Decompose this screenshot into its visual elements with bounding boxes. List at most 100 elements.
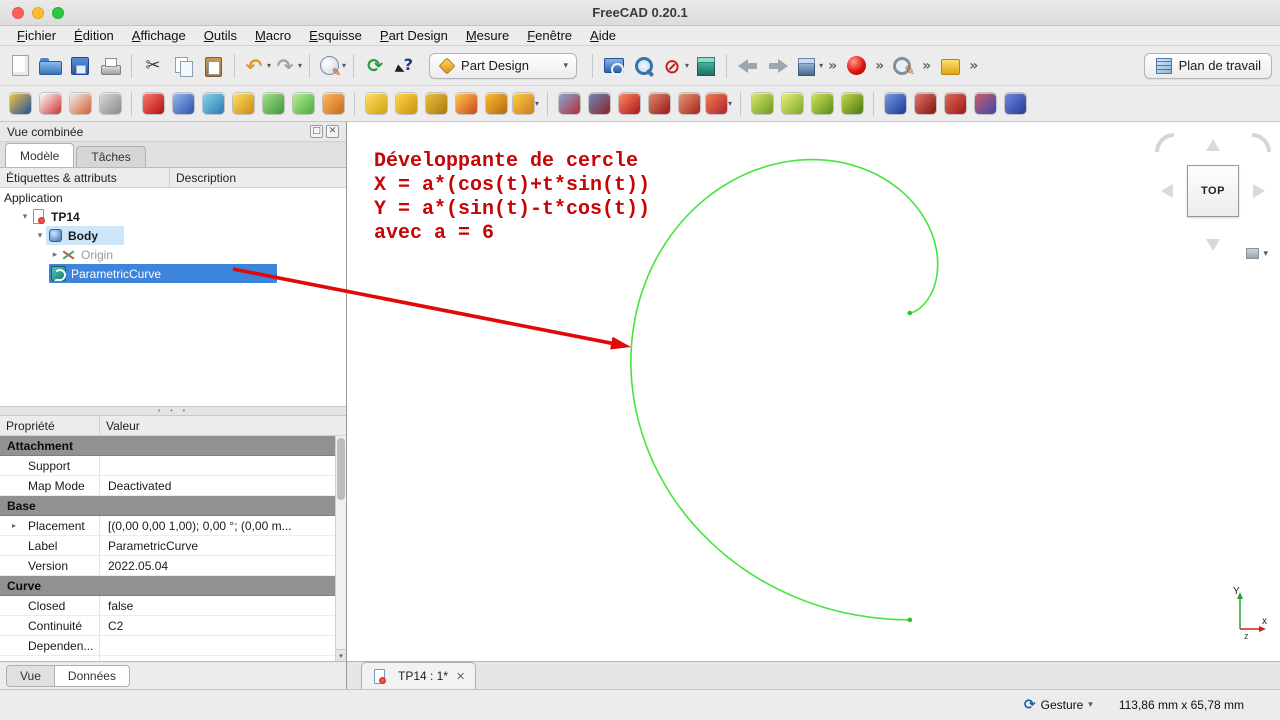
panel-splitter[interactable]: • • •	[0, 406, 346, 416]
zoom-button[interactable]	[630, 51, 658, 81]
menu-mesure[interactable]: Mesure	[457, 27, 518, 44]
tree-item-origin[interactable]: ▸Origin	[0, 245, 346, 264]
subtractive-loft-button[interactable]	[645, 90, 673, 118]
navcube-menu[interactable]: ▾	[1246, 248, 1268, 259]
close-tab-icon[interactable]: ✕	[456, 670, 465, 683]
toolbar-overflow-button[interactable]: »	[966, 58, 981, 74]
tree-col-description[interactable]: Description	[170, 168, 346, 187]
menu-esquisse[interactable]: Esquisse	[300, 27, 371, 44]
menu-edition[interactable]: Édition	[65, 27, 123, 44]
redo-button[interactable]: ▾	[273, 51, 302, 81]
toolbar-overflow-button[interactable]: »	[919, 58, 934, 74]
property-scrollbar[interactable]: ▾	[335, 436, 346, 661]
pocket-button[interactable]	[555, 90, 583, 118]
document-tab[interactable]: TP14 : 1* ✕	[361, 662, 476, 689]
boolean-union-button[interactable]	[881, 90, 909, 118]
nav-style-selector[interactable]: ⟳ Gesture ▾	[1024, 697, 1093, 713]
menu-macro[interactable]: Macro	[246, 27, 300, 44]
minimize-window-button[interactable]	[32, 7, 44, 19]
draw-style-button[interactable]: ▾	[660, 51, 689, 81]
property-value[interactable]: false	[100, 596, 335, 615]
expand-closed-icon[interactable]: ▸	[12, 521, 16, 530]
pad-button[interactable]	[362, 90, 390, 118]
property-value[interactable]: Deactivated	[100, 476, 335, 495]
datum-line-button[interactable]	[169, 90, 197, 118]
multitransform-button[interactable]	[838, 90, 866, 118]
property-value[interactable]	[100, 636, 335, 655]
create-body-button[interactable]	[6, 90, 34, 118]
revolution-button[interactable]	[392, 90, 420, 118]
tab-taches[interactable]: Tâches	[76, 146, 145, 167]
navcube-top-face[interactable]: TOP	[1187, 165, 1239, 217]
rotate-cw-arrow-icon[interactable]	[1250, 132, 1272, 154]
expand-open-icon[interactable]: ▾	[34, 231, 46, 241]
property-value[interactable]: [(0,00 0,00 1,00); 0,00 °; (0,00 m...	[100, 516, 335, 535]
clone-button[interactable]	[319, 90, 347, 118]
clipping-box-button[interactable]	[936, 51, 964, 81]
refresh-button[interactable]	[361, 51, 389, 81]
property-col-name[interactable]: Propriété	[0, 416, 100, 435]
maximize-window-button[interactable]	[52, 7, 64, 19]
expand-closed-icon[interactable]: ▸	[49, 250, 61, 260]
boolean-cut-button[interactable]	[911, 90, 939, 118]
subtractive-primitive-button[interactable]: ▾	[705, 90, 733, 118]
textured-view-button[interactable]	[691, 51, 719, 81]
expand-open-icon[interactable]: ▾	[19, 212, 31, 222]
fit-all-button[interactable]	[600, 51, 628, 81]
property-group-attachment[interactable]: Attachment	[0, 436, 335, 456]
property-value[interactable]	[100, 456, 335, 475]
local-cs-button[interactable]	[259, 90, 287, 118]
new-file-button[interactable]	[6, 51, 34, 81]
edit-sketch-button[interactable]	[66, 90, 94, 118]
datum-plane-button[interactable]	[199, 90, 227, 118]
mirrored-button[interactable]	[748, 90, 776, 118]
open-file-button[interactable]	[36, 51, 64, 81]
tab-modele[interactable]: Modèle	[5, 143, 74, 167]
menu-aide[interactable]: Aide	[581, 27, 625, 44]
copy-button[interactable]	[169, 51, 197, 81]
map-sketch-button[interactable]	[96, 90, 124, 118]
property-group-base[interactable]: Base	[0, 496, 335, 516]
property-col-value[interactable]: Valeur	[100, 416, 346, 435]
migrate-button[interactable]	[1001, 90, 1029, 118]
view-style-button[interactable]: ▾	[794, 51, 823, 81]
scroll-down-icon[interactable]: ▾	[336, 649, 346, 661]
nav-back-button[interactable]	[734, 51, 762, 81]
close-panel-button[interactable]: ✕	[326, 125, 339, 138]
tree-item-body[interactable]: ▾Body	[0, 226, 346, 245]
toolbar-overflow-button[interactable]: »	[825, 58, 840, 74]
groove-button[interactable]	[615, 90, 643, 118]
additive-loft-button[interactable]	[422, 90, 450, 118]
hole-button[interactable]	[585, 90, 613, 118]
undo-button[interactable]: ▾	[242, 51, 271, 81]
nav-forward-button[interactable]	[764, 51, 792, 81]
whats-this-button[interactable]	[391, 51, 419, 81]
boolean-compound-button[interactable]	[971, 90, 999, 118]
toolbar-overflow-button[interactable]: »	[872, 58, 887, 74]
tree-item-tp14[interactable]: ▾TP14	[0, 207, 346, 226]
save-button[interactable]	[66, 51, 94, 81]
rotate-ccw-arrow-icon[interactable]	[1154, 132, 1176, 154]
selection-zoom-button[interactable]	[889, 51, 917, 81]
appearance-sphere-button[interactable]	[842, 51, 870, 81]
additive-primitive-button[interactable]: ▾	[512, 90, 540, 118]
property-group-curve[interactable]: Curve	[0, 576, 335, 596]
create-sketch-button[interactable]	[36, 90, 64, 118]
datum-point-button[interactable]	[139, 90, 167, 118]
property-value[interactable]: 2022.05.04	[100, 556, 335, 575]
shapebinder-button[interactable]	[289, 90, 317, 118]
rotate-right-arrow-icon[interactable]	[1253, 184, 1265, 198]
tree-col-labels[interactable]: Étiquettes & attributs	[0, 168, 170, 187]
boolean-common-button[interactable]	[941, 90, 969, 118]
property-value[interactable]: ParametricCurve	[100, 536, 335, 555]
workplane-button[interactable]: Plan de travail	[1144, 53, 1272, 79]
menu-affichage[interactable]: Affichage	[123, 27, 195, 44]
property-value[interactable]: C2	[100, 616, 335, 635]
tree-item-parametriccurve[interactable]: ParametricCurve	[0, 264, 346, 283]
linear-pattern-button[interactable]	[778, 90, 806, 118]
float-panel-button[interactable]: □	[310, 125, 323, 138]
tree-item-application[interactable]: Application	[0, 188, 346, 207]
rotate-left-arrow-icon[interactable]	[1161, 184, 1173, 198]
menu-fenetre[interactable]: Fenêtre	[518, 27, 581, 44]
subtractive-pipe-button[interactable]	[675, 90, 703, 118]
